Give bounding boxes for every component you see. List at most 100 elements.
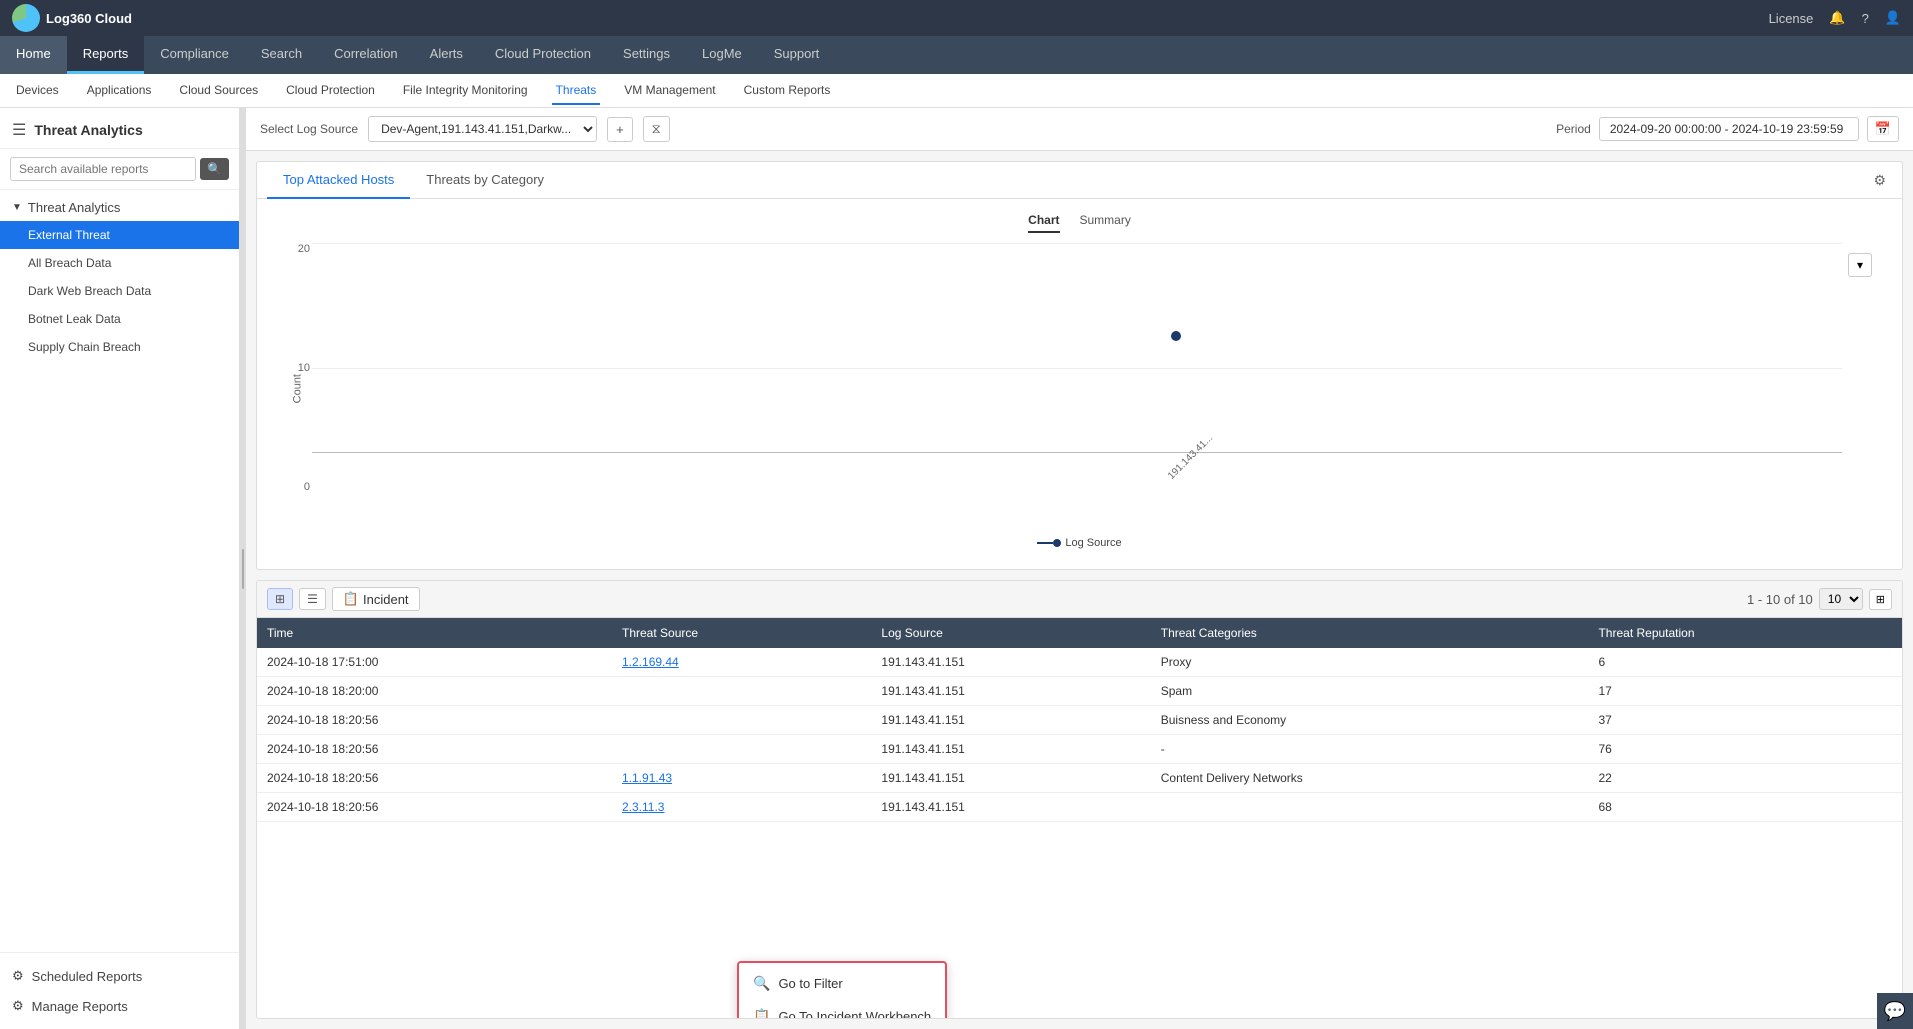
sidebar-item-external-threat[interactable]: External Threat [0, 221, 239, 249]
subnav-file-integrity[interactable]: File Integrity Monitoring [399, 77, 532, 105]
baseline [312, 452, 1842, 453]
sidebar-item-botnet-leak[interactable]: Botnet Leak Data [0, 305, 239, 333]
filter-icon: 🔍 [753, 975, 770, 992]
nav-item-search[interactable]: Search [245, 36, 318, 74]
cell-threat-source[interactable]: 1.1.91.43 [612, 764, 871, 793]
chat-button[interactable]: 💬 [1877, 993, 1913, 1029]
sidebar-item-dark-web[interactable]: Dark Web Breach Data [0, 277, 239, 305]
sidebar-footer: ⚙ Scheduled Reports ⚙ Manage Reports [0, 952, 239, 1029]
toolbar: Select Log Source Dev-Agent,191.143.41.1… [246, 108, 1913, 151]
log-source-label: Select Log Source [260, 122, 358, 136]
chart-container: Top Attacked Hosts Threats by Category ⚙… [256, 161, 1903, 570]
subnav-cloud-protection[interactable]: Cloud Protection [282, 77, 379, 105]
license-link[interactable]: License [1769, 11, 1814, 26]
cell-threat-source[interactable]: 2.3.11.3 [612, 793, 871, 822]
sidebar-header: ☰ Threat Analytics [0, 108, 239, 149]
grid-line-mid [312, 368, 1842, 369]
subnav-cloud-sources[interactable]: Cloud Sources [175, 77, 262, 105]
subnav-vm-management[interactable]: VM Management [620, 77, 719, 105]
main-layout: ☰ Threat Analytics 🔍 ▼ Threat Analytics … [0, 108, 1913, 1029]
table-row: 2024-10-18 18:20:56191.143.41.151Buisnes… [257, 706, 1902, 735]
col-threat-categories: Threat Categories [1151, 618, 1589, 648]
nav-item-correlation[interactable]: Correlation [318, 36, 414, 74]
sidebar-scheduled-reports[interactable]: ⚙ Scheduled Reports [0, 961, 239, 991]
nav-item-reports[interactable]: Reports [67, 36, 145, 74]
cell-reputation: 22 [1588, 764, 1902, 793]
nav-item-compliance[interactable]: Compliance [144, 36, 245, 74]
cell-time: 2024-10-18 18:20:56 [257, 735, 612, 764]
nav-item-home[interactable]: Home [0, 36, 67, 74]
tab-threats-by-category[interactable]: Threats by Category [410, 162, 560, 199]
resize-handle[interactable] [240, 108, 246, 1029]
user-menu[interactable]: 👤 [1885, 10, 1901, 26]
cell-threat-source[interactable]: 1.2.169.44 [612, 648, 871, 677]
incident-workbench-icon: 📋 [753, 1008, 770, 1019]
filter-btn[interactable]: ⧖ [643, 116, 670, 142]
subnav-threats[interactable]: Threats [552, 77, 601, 105]
calendar-btn[interactable]: 📅 [1867, 116, 1899, 142]
incident-btn[interactable]: 📋 Incident [332, 587, 420, 611]
col-threat-source: Threat Source [612, 618, 871, 648]
sub-tabs: Chart Summary [277, 209, 1882, 233]
tab-top-attacked-hosts[interactable]: Top Attacked Hosts [267, 162, 410, 199]
column-settings-btn[interactable]: ⊞ [1869, 589, 1892, 610]
content-area: Select Log Source Dev-Agent,191.143.41.1… [246, 108, 1913, 1029]
cell-reputation: 37 [1588, 706, 1902, 735]
incident-label: Incident [363, 592, 409, 607]
sidebar-item-supply-chain[interactable]: Supply Chain Breach [0, 333, 239, 361]
nav-item-alerts[interactable]: Alerts [414, 36, 479, 74]
nav-item-settings[interactable]: Settings [607, 36, 686, 74]
gear-icon-manage: ⚙ [12, 998, 24, 1014]
sidebar-search-area: 🔍 [0, 149, 239, 190]
subnav-custom-reports[interactable]: Custom Reports [740, 77, 835, 105]
y-tick-10: 10 [298, 362, 310, 374]
help-button[interactable]: ? [1862, 11, 1869, 26]
notification-bell[interactable]: 🔔 [1829, 10, 1845, 26]
table-pagination: 1 - 10 of 10 10 25 50 ⊞ [1747, 588, 1892, 610]
chart-plot: 191.143.41... [312, 243, 1882, 493]
sidebar-section-threat-analytics: ▼ Threat Analytics External Threat All B… [0, 190, 239, 365]
search-input[interactable] [10, 157, 196, 181]
search-button[interactable]: 🔍 [200, 158, 229, 180]
cell-time: 2024-10-18 17:51:00 [257, 648, 612, 677]
menu-icon[interactable]: ☰ [12, 120, 26, 140]
col-time: Time [257, 618, 612, 648]
cell-categories: Proxy [1151, 648, 1589, 677]
top-bar-right: License 🔔 ? 👤 [1769, 10, 1901, 26]
cell-categories: Buisness and Economy [1151, 706, 1589, 735]
grid-view-btn[interactable]: ⊞ [267, 588, 293, 610]
cell-log-source: 191.143.41.151 [871, 735, 1150, 764]
cell-log-source: 191.143.41.151 [871, 764, 1150, 793]
add-log-source-btn[interactable]: + [607, 117, 633, 142]
sub-tab-chart[interactable]: Chart [1028, 209, 1059, 233]
y-axis-label: Count [292, 374, 304, 403]
period-value: 2024-09-20 00:00:00 - 2024-10-19 23:59:5… [1599, 117, 1859, 141]
sidebar-item-all-breach-data[interactable]: All Breach Data [0, 249, 239, 277]
cell-categories [1151, 793, 1589, 822]
nav-item-cloud-protection[interactable]: Cloud Protection [479, 36, 607, 74]
top-bar: Log360 Cloud License 🔔 ? 👤 [0, 0, 1913, 36]
sidebar-title: Threat Analytics [34, 122, 142, 138]
subnav-applications[interactable]: Applications [83, 77, 156, 105]
nav-item-logme[interactable]: LogMe [686, 36, 758, 74]
cell-categories: Content Delivery Networks [1151, 764, 1589, 793]
sidebar-manage-reports[interactable]: ⚙ Manage Reports [0, 991, 239, 1021]
logo-icon [12, 4, 40, 32]
log-source-select[interactable]: Dev-Agent,191.143.41.151,Darkw... [368, 116, 597, 142]
chart-inner: Chart Summary ▾ 20 10 0 Count [257, 199, 1902, 569]
cell-time: 2024-10-18 18:20:56 [257, 706, 612, 735]
app-title: Log360 Cloud [46, 11, 132, 26]
chart-settings-icon[interactable]: ⚙ [1867, 166, 1892, 195]
table-container: ⊞ ☰ 📋 Incident 1 - 10 of 10 10 25 50 ⊞ [256, 580, 1903, 1019]
sidebar-section-header[interactable]: ▼ Threat Analytics [0, 194, 239, 221]
context-filter-label: Go to Filter [778, 976, 842, 991]
data-table: Time Threat Source Log Source Threat Cat… [257, 618, 1902, 822]
subnav-devices[interactable]: Devices [12, 77, 63, 105]
list-view-btn[interactable]: ☰ [299, 588, 326, 610]
context-go-to-incident[interactable]: 📋 Go To Incident Workbench [739, 1000, 945, 1019]
scheduled-reports-label: Scheduled Reports [32, 969, 143, 984]
nav-item-support[interactable]: Support [758, 36, 836, 74]
sub-tab-summary[interactable]: Summary [1080, 209, 1131, 233]
page-size-select[interactable]: 10 25 50 [1819, 588, 1863, 610]
context-go-to-filter[interactable]: 🔍 Go to Filter [739, 967, 945, 1000]
